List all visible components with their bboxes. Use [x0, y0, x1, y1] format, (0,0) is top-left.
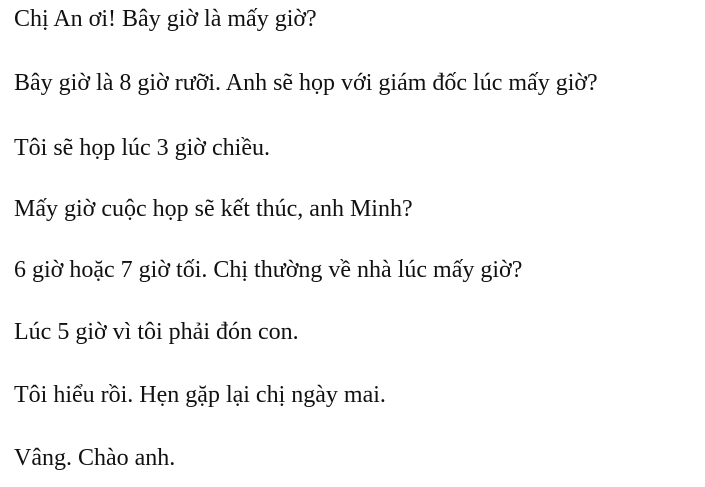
dialogue-line: Bây giờ là 8 giờ rưỡi. Anh sẽ họp với gi…: [14, 70, 598, 96]
document-page: Chị An ơi! Bây giờ là mấy giờ? Bây giờ l…: [0, 0, 705, 487]
dialogue-line: Vâng. Chào anh.: [14, 445, 176, 471]
dialogue-line: Lúc 5 giờ vì tôi phải đón con.: [14, 319, 299, 345]
dialogue-line: Mấy giờ cuộc họp sẽ kết thúc, anh Minh?: [14, 196, 413, 222]
dialogue-line: Tôi sẽ họp lúc 3 giờ chiều.: [14, 135, 270, 161]
dialogue-line: 6 giờ hoặc 7 giờ tối. Chị thường về nhà …: [14, 257, 523, 283]
dialogue-line: Chị An ơi! Bây giờ là mấy giờ?: [14, 6, 317, 32]
dialogue-line: Tôi hiểu rồi. Hẹn gặp lại chị ngày mai.: [14, 382, 386, 408]
